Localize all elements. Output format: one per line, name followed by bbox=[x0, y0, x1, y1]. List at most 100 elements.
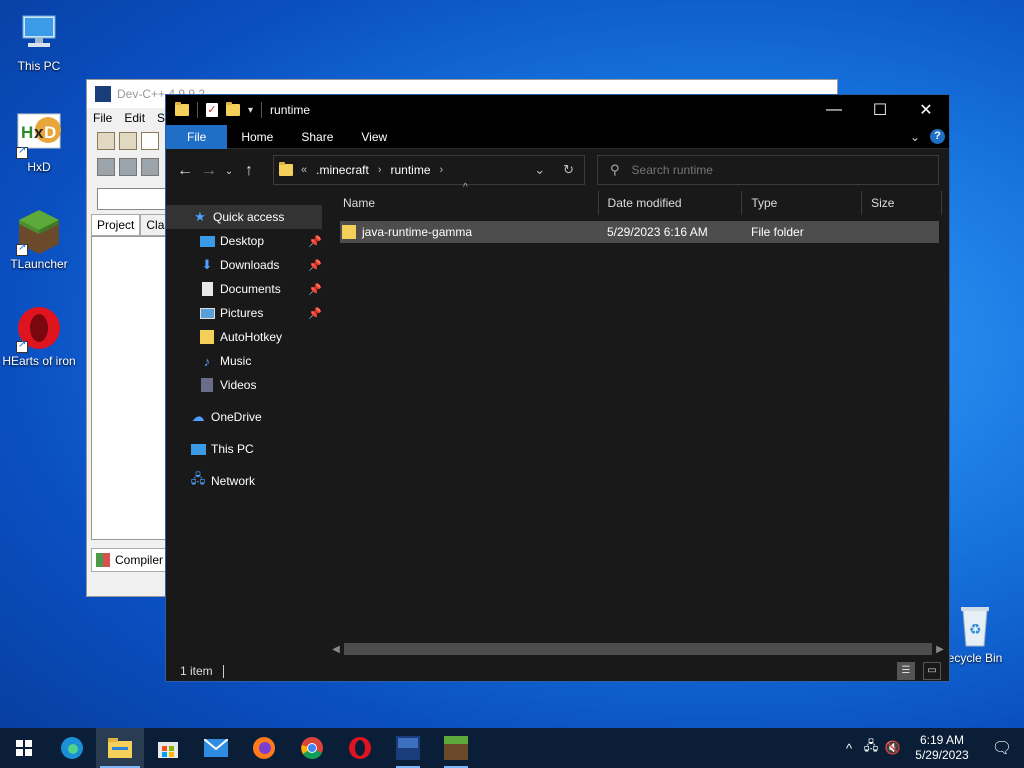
nav-label: Music bbox=[220, 354, 252, 368]
address-bar[interactable]: « .minecraft › runtime › ⌄ ↻ bbox=[273, 155, 585, 185]
nav-this-pc[interactable]: This PC bbox=[166, 437, 326, 461]
desktop-icon-tlauncher[interactable]: TLauncher bbox=[0, 208, 78, 271]
taskbar-store[interactable] bbox=[144, 728, 192, 768]
refresh-icon[interactable]: ↻ bbox=[563, 162, 574, 178]
column-name[interactable]: Name bbox=[334, 191, 599, 215]
search-icon: ⚲ bbox=[610, 162, 620, 177]
devcpp-tool-button[interactable] bbox=[97, 132, 115, 150]
windows-logo-icon bbox=[16, 740, 32, 756]
scroll-right-icon[interactable]: ▶ bbox=[932, 644, 948, 655]
pin-icon: 📌 bbox=[308, 283, 322, 296]
devcpp-tool-button[interactable] bbox=[141, 158, 159, 176]
grid-icon bbox=[96, 553, 110, 567]
devcpp-tool-button[interactable] bbox=[119, 158, 137, 176]
desktop-icon bbox=[199, 233, 215, 249]
nav-desktop[interactable]: Desktop 📌 bbox=[166, 229, 326, 253]
address-history-chevron-icon[interactable]: ⌄ bbox=[534, 162, 545, 178]
maximize-button[interactable]: ☐ bbox=[857, 95, 903, 125]
expand-ribbon-icon[interactable]: ⌄ bbox=[910, 130, 920, 144]
notification-center-icon[interactable]: 🗨 bbox=[980, 738, 1024, 758]
taskbar-tlauncher[interactable] bbox=[432, 728, 480, 768]
clock[interactable]: 6:19 AM 5/29/2023 bbox=[904, 733, 980, 763]
taskbar-file-explorer[interactable] bbox=[96, 728, 144, 768]
nav-pictures[interactable]: Pictures 📌 bbox=[166, 301, 326, 325]
nav-music[interactable]: ♪ Music bbox=[166, 349, 326, 373]
taskbar-chrome[interactable] bbox=[288, 728, 336, 768]
breadcrumb-minecraft[interactable]: .minecraft bbox=[316, 163, 369, 177]
breadcrumb-separator-icon[interactable]: › bbox=[440, 164, 444, 176]
desktop-icon-hxd[interactable]: HxD HxD bbox=[0, 111, 78, 174]
taskbar-devcpp[interactable] bbox=[384, 728, 432, 768]
tab-home[interactable]: Home bbox=[227, 125, 287, 149]
column-type[interactable]: Type bbox=[742, 191, 863, 215]
divider bbox=[261, 102, 263, 118]
address-overflow[interactable]: « bbox=[301, 164, 307, 176]
devcpp-tool-button[interactable] bbox=[141, 132, 159, 150]
devcpp-menu-file[interactable]: File bbox=[93, 111, 112, 125]
taskbar-edge[interactable] bbox=[48, 728, 96, 768]
forward-arrow-icon[interactable]: → bbox=[197, 162, 221, 180]
nav-onedrive[interactable]: ☁ OneDrive bbox=[166, 405, 326, 429]
devcpp-tab-project[interactable]: Project bbox=[91, 214, 141, 236]
customize-quick-access-icon[interactable]: ▾ bbox=[248, 105, 253, 116]
star-icon: ★ bbox=[194, 209, 206, 224]
explorer-window[interactable]: ✓ ▾ runtime — ☐ ✕ File Home Share View ⌄… bbox=[165, 94, 950, 682]
computer-icon bbox=[16, 10, 62, 56]
svg-text:x: x bbox=[34, 123, 44, 142]
details-view-icon[interactable]: ☰ bbox=[897, 662, 915, 680]
properties-icon[interactable]: ✓ bbox=[206, 103, 218, 117]
horizontal-scrollbar[interactable]: ◀ ▶ bbox=[328, 641, 948, 657]
nav-documents[interactable]: Documents 📌 bbox=[166, 277, 326, 301]
taskbar-firefox[interactable] bbox=[240, 728, 288, 768]
desktop-icon-this-pc[interactable]: This PC bbox=[0, 10, 78, 73]
help-icon[interactable]: ? bbox=[930, 129, 945, 144]
store-icon bbox=[158, 742, 178, 758]
new-folder-icon[interactable] bbox=[226, 102, 240, 116]
picture-icon bbox=[199, 305, 215, 321]
tab-share[interactable]: Share bbox=[287, 125, 347, 149]
sort-ascending-icon: ^ bbox=[463, 182, 468, 193]
tab-view[interactable]: View bbox=[347, 125, 401, 149]
scroll-left-icon[interactable]: ◀ bbox=[328, 644, 344, 655]
nav-videos[interactable]: Videos bbox=[166, 373, 326, 397]
taskbar-mail[interactable] bbox=[192, 728, 240, 768]
devcpp-app-icon bbox=[95, 86, 111, 102]
recent-locations-chevron-icon[interactable]: ⌄ bbox=[221, 166, 237, 177]
tab-file[interactable]: File bbox=[166, 124, 228, 149]
devcpp-tool-button[interactable] bbox=[119, 132, 137, 150]
file-list: ^ Name Date modified Type Size java-runt… bbox=[334, 182, 942, 661]
show-hidden-icons-chevron-icon[interactable]: ^ bbox=[838, 741, 860, 756]
breadcrumb-separator-icon[interactable]: › bbox=[378, 164, 382, 176]
breadcrumb-runtime[interactable]: runtime bbox=[390, 163, 430, 177]
explorer-titlebar[interactable]: ✓ ▾ runtime — ☐ ✕ bbox=[166, 95, 949, 125]
start-button[interactable] bbox=[0, 728, 48, 768]
nav-network[interactable]: 🖧 Network bbox=[166, 469, 326, 493]
ribbon-tabs: File Home Share View ⌄ ? bbox=[166, 124, 949, 149]
devcpp-menu-search[interactable]: S bbox=[157, 111, 165, 125]
minimize-button[interactable]: — bbox=[811, 95, 857, 125]
chrome-icon bbox=[301, 737, 323, 759]
nav-autohotkey[interactable]: AutoHotkey bbox=[166, 325, 326, 349]
taskbar-opera[interactable] bbox=[336, 728, 384, 768]
desktop-icon-hearts-of-iron[interactable]: HEarts of iron bbox=[0, 305, 78, 368]
back-arrow-icon[interactable]: ← bbox=[173, 162, 197, 180]
column-headers: ^ Name Date modified Type Size bbox=[334, 182, 942, 215]
column-size[interactable]: Size bbox=[862, 191, 942, 215]
download-icon: ⬇ bbox=[201, 257, 213, 272]
devcpp-tool-button[interactable] bbox=[97, 158, 115, 176]
volume-muted-icon[interactable]: 🔇 bbox=[882, 740, 904, 756]
column-date-modified[interactable]: Date modified bbox=[599, 191, 743, 215]
search-input[interactable] bbox=[631, 163, 912, 177]
nav-downloads[interactable]: ⬇ Downloads 📌 bbox=[166, 253, 326, 277]
large-icons-view-icon[interactable]: ▭ bbox=[923, 662, 941, 680]
file-row[interactable]: java-runtime-gamma 5/29/2023 6:16 AM Fil… bbox=[340, 221, 939, 243]
network-icon[interactable]: 🖧 bbox=[860, 737, 882, 759]
close-button[interactable]: ✕ bbox=[903, 95, 949, 125]
scrollbar-thumb[interactable] bbox=[344, 643, 932, 655]
up-arrow-icon[interactable]: ↑ bbox=[237, 162, 261, 180]
search-box[interactable]: ⚲ bbox=[597, 155, 939, 185]
devcpp-compiler-tab[interactable]: Compiler bbox=[91, 548, 167, 572]
devcpp-menu-edit[interactable]: Edit bbox=[124, 111, 145, 125]
nav-quick-access[interactable]: ★ Quick access bbox=[166, 205, 322, 229]
minecraft-grass-block-icon bbox=[444, 736, 468, 760]
